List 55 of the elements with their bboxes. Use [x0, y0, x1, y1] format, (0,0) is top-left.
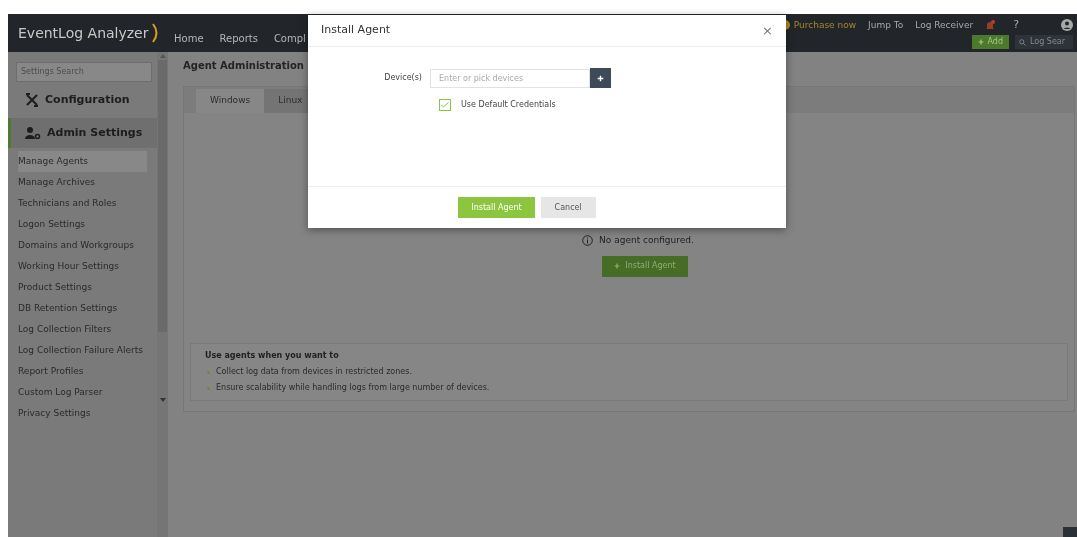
dialog-title: Install Agent: [321, 22, 391, 39]
section-header[interactable]: Configuration: [8, 85, 157, 115]
sidebar-item[interactable]: Manage Archives: [18, 172, 147, 193]
admin-user-icon: [25, 126, 41, 140]
tools-icon: [25, 93, 39, 107]
sidebar-item[interactable]: Log Collection Failure Alerts: [18, 340, 147, 361]
device-label: Device(s): [383, 72, 423, 84]
sidebar-item[interactable]: Manage Agents: [18, 151, 147, 172]
sidebar-item[interactable]: Working Hour Settings: [18, 256, 147, 277]
check-icon: [441, 102, 449, 108]
add-button[interactable]: Add: [971, 35, 1009, 49]
bell-icon[interactable]: [985, 19, 996, 31]
device-input-field[interactable]: Enter or pick devices: [430, 68, 590, 88]
nav-link[interactable]: Compl: [273, 31, 306, 46]
sidebar-item[interactable]: Domains and Workgroups: [18, 235, 147, 256]
user-icon[interactable]: [1061, 19, 1073, 32]
sidebar-item[interactable]: Technicians and Roles: [18, 193, 147, 214]
search-icon: [1019, 38, 1026, 46]
plus-icon: [614, 263, 621, 269]
checkbox[interactable]: [439, 99, 451, 111]
sidebar-item[interactable]: Privacy Settings: [18, 403, 147, 424]
scroll-up-icon[interactable]: [159, 54, 166, 58]
scrollbar-thumb[interactable]: [158, 60, 167, 332]
scroll-down-icon[interactable]: [159, 398, 166, 402]
cancel-button[interactable]: Cancel: [540, 197, 596, 218]
info-icon: [582, 235, 594, 247]
sidebar-item[interactable]: Custom Log Parser: [18, 382, 147, 403]
plus-icon: [977, 39, 984, 45]
sidebar-item[interactable]: DB Retention Settings: [18, 298, 147, 319]
sidebar-item[interactable]: Product Settings: [18, 277, 147, 298]
section-header[interactable]: Admin Settings: [8, 118, 157, 148]
header-link[interactable]: Log Receiver: [915, 18, 974, 32]
sidebar-item[interactable]: Report Profiles: [18, 361, 147, 382]
sidebar-item[interactable]: Log Collection Filters: [18, 319, 147, 340]
help-menu[interactable]: ?: [1013, 17, 1019, 34]
plus-icon: [597, 74, 604, 82]
header-link[interactable]: Jump To: [868, 18, 904, 32]
add-device-button[interactable]: [590, 68, 611, 88]
info-bullet: Collect log data from devices in restricted zones.: [216, 366, 412, 378]
log-search-field[interactable]: Log Sear: [1015, 35, 1073, 49]
page-title: Agent Administration: [183, 59, 304, 73]
bullet-icon: [207, 370, 210, 374]
info-bullet: Ensure scalability while handling logs from large number of devices.: [216, 382, 490, 394]
install-agent-button[interactable]: Install Agent: [602, 255, 688, 277]
sidebar-item[interactable]: Logon Settings: [18, 214, 147, 235]
info-heading: Use agents when you want to: [205, 350, 340, 362]
close-button[interactable]: ×: [762, 20, 773, 41]
nav-link[interactable]: Home: [174, 31, 204, 46]
checkbox-label: Use Default Credentials: [461, 99, 556, 111]
nav-link[interactable]: Reports: [219, 31, 258, 46]
app-logo[interactable]: EventLog Analyzer: [18, 22, 149, 44]
bullet-icon: [207, 386, 210, 390]
empty-message: No agent configured.: [599, 234, 694, 247]
install-agent-button[interactable]: Install Agent: [458, 197, 535, 218]
tab[interactable]: Windows: [196, 89, 265, 113]
